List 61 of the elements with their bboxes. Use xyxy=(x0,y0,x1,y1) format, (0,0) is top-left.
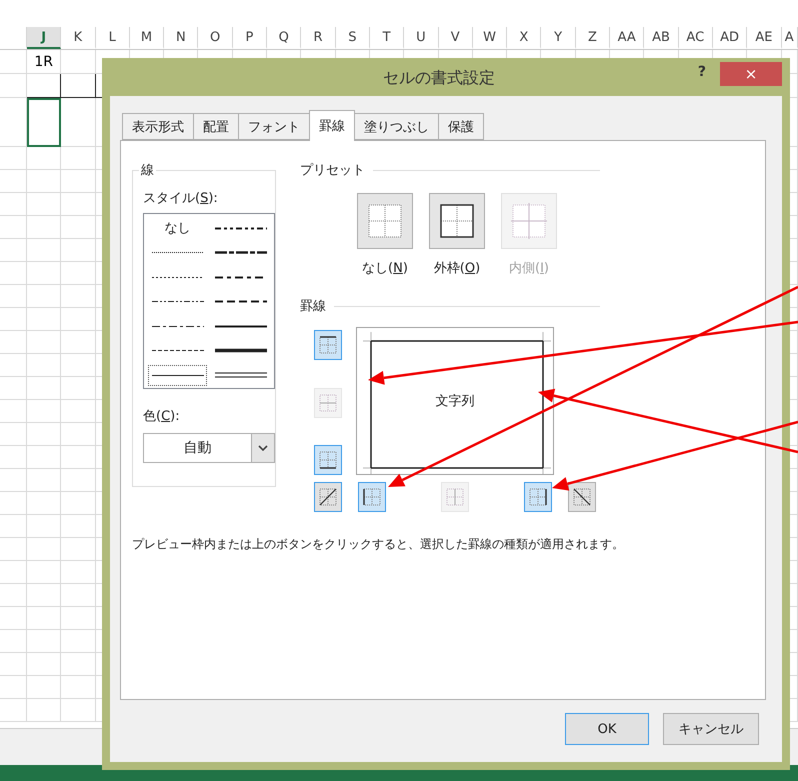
column-header[interactable]: AC xyxy=(678,27,713,49)
border-grid-icon xyxy=(319,394,337,412)
border-grid-icon xyxy=(363,488,381,506)
section-title: 罫線 xyxy=(300,298,326,315)
close-button[interactable]: × xyxy=(720,62,782,86)
line-style-option[interactable] xyxy=(146,363,209,388)
tab[interactable]: フォント xyxy=(238,113,310,140)
color-dropdown[interactable]: 自動 xyxy=(143,433,275,463)
column-header[interactable]: V xyxy=(438,27,473,49)
selected-cell[interactable] xyxy=(27,98,62,147)
cancel-button[interactable]: キャンセル xyxy=(663,713,759,745)
border-grid-icon xyxy=(573,488,591,506)
tab[interactable]: 罫線 xyxy=(309,110,355,141)
line-style-option[interactable]: なし xyxy=(146,216,209,240)
preview-text: 文字列 xyxy=(436,393,474,410)
preset-label: 内側(I) xyxy=(509,260,549,277)
line-style-list[interactable]: なし xyxy=(143,213,275,389)
preset-label: なし(N) xyxy=(362,260,408,277)
column-header[interactable]: L xyxy=(96,27,130,49)
field-label: 色(C): xyxy=(143,408,181,425)
double-line-icon xyxy=(214,372,266,378)
line-style-icon xyxy=(214,299,266,304)
chevron-down-icon xyxy=(258,445,268,451)
field-label: スタイル(S): xyxy=(143,190,219,207)
window-title: セルの書式設定 xyxy=(382,67,496,89)
tab[interactable]: 表示形式 xyxy=(122,113,194,140)
column-header[interactable]: A xyxy=(782,27,798,49)
border-button[interactable] xyxy=(568,482,596,512)
preset-button[interactable] xyxy=(429,193,485,249)
column-header[interactable]: S xyxy=(336,27,370,49)
column-header[interactable]: J xyxy=(27,27,62,49)
line-style-icon xyxy=(152,250,204,256)
border-grid-icon xyxy=(529,488,547,506)
group-title: 線 xyxy=(140,162,155,179)
preset-grid-icon xyxy=(509,201,549,241)
border-grid-icon xyxy=(319,488,337,506)
border-grid-icon xyxy=(446,488,464,506)
grid-cell[interactable] xyxy=(61,74,96,98)
line-style-icon xyxy=(152,348,204,354)
grid-cell[interactable]: 1R xyxy=(27,50,62,74)
border-button[interactable] xyxy=(314,482,342,512)
line-style-icon xyxy=(152,372,204,378)
hint-text: プレビュー枠内または上のボタンをクリックすると、選択した罫線の種類が適用されます。 xyxy=(132,536,625,553)
line-style-icon xyxy=(214,226,266,231)
border-grid-icon xyxy=(319,336,337,354)
ok-button[interactable]: OK xyxy=(565,713,649,745)
line-style-icon xyxy=(214,324,266,329)
grid-cell[interactable] xyxy=(27,74,62,98)
border-grid-icon xyxy=(319,451,337,469)
tab[interactable]: 配置 xyxy=(193,113,239,140)
tab[interactable]: 塗りつぶし xyxy=(354,113,439,140)
preset-label: 外枠(O) xyxy=(434,260,480,277)
border-preview[interactable]: 文字列 xyxy=(356,327,554,475)
tab[interactable]: 保護 xyxy=(438,113,484,140)
section-title: プリセット xyxy=(300,162,365,179)
line-style-icon xyxy=(214,250,266,256)
line-style-icon xyxy=(214,348,266,354)
line-style-icon xyxy=(152,299,204,304)
line-style-icon xyxy=(152,274,204,280)
line-style-icon xyxy=(152,324,204,329)
help-button[interactable]: ? xyxy=(698,64,706,80)
